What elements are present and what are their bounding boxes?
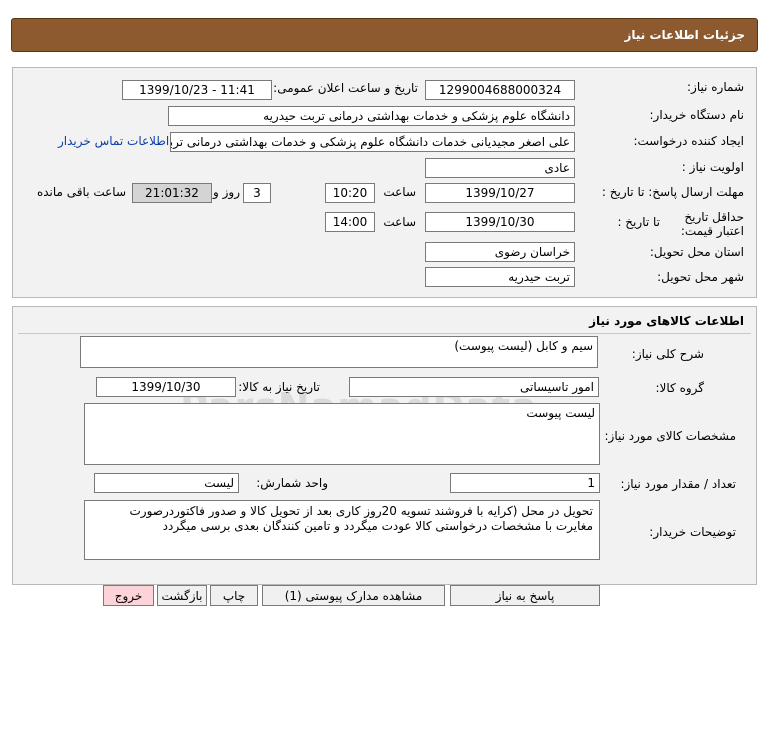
print-button[interactable]: چاپ	[210, 585, 258, 606]
validity-label: حداقل تاریخ اعتبار قیمت:	[680, 210, 744, 238]
priority-label: اولویت نیاز :	[681, 160, 744, 174]
days-field: 3	[243, 183, 271, 203]
need-date-field: 1399/10/30	[96, 377, 236, 397]
province-label: استان محل تحویل:	[649, 245, 744, 259]
notes-label: توضیحات خریدار:	[649, 525, 736, 539]
deadline-label: مهلت ارسال پاسخ: تا تاریخ :	[601, 185, 744, 199]
reply-button[interactable]: پاسخ به نیاز	[450, 585, 600, 606]
remaining-time-field: 21:01:32	[132, 183, 212, 203]
specs-field: لیست پیوست	[84, 403, 600, 465]
view-attachments-button[interactable]: مشاهده مدارک پیوستی (1)	[262, 585, 445, 606]
desc-field: سیم و کابل (لیست پیوست)	[80, 336, 598, 368]
validity-date-field: 1399/10/30	[425, 212, 575, 232]
notes-field: تحویل در محل (کرایه با فروشند تسویه 20رو…	[84, 500, 600, 560]
priority-field: عادی	[425, 158, 575, 178]
group-field: امور تاسیساتی	[349, 377, 599, 397]
qty-field: 1	[450, 473, 600, 493]
need-number-label: شماره نیاز:	[687, 80, 744, 94]
need-date-label: تاریخ نیاز به کالا:	[238, 380, 320, 394]
unit-field: لیست	[94, 473, 239, 493]
need-number-field: 1299004688000324	[425, 80, 575, 100]
info-panel	[12, 67, 757, 298]
validity-time-field: 14:00	[325, 212, 375, 232]
buyer-contact-link[interactable]: اطلاعات تماس خریدار	[58, 134, 169, 148]
unit-label: واحد شمارش:	[256, 476, 328, 490]
buyer-org-field: دانشگاه علوم پزشکی و خدمات بهداشتی درمان…	[168, 106, 575, 126]
validity-time-label: ساعت	[383, 215, 416, 229]
deadline-time-label: ساعت	[383, 185, 416, 199]
province-field: خراسان رضوی	[425, 242, 575, 262]
deadline-date-field: 1399/10/27	[425, 183, 575, 203]
city-field: تربت حیدریه	[425, 267, 575, 287]
exit-button[interactable]: خروج	[103, 585, 154, 606]
city-label: شهر محل تحویل:	[657, 270, 744, 284]
group-label: گروه کالا:	[655, 381, 705, 395]
validity-to-label: تا تاریخ :	[617, 215, 660, 229]
deadline-time-field: 10:20	[325, 183, 375, 203]
back-button[interactable]: بازگشت	[157, 585, 207, 606]
announce-field: 1399/10/23 - 11:41	[122, 80, 272, 100]
days-label: روز و	[213, 185, 240, 199]
specs-label: مشخصات کالای مورد نیاز:	[604, 429, 736, 443]
section-divider	[18, 333, 751, 334]
desc-label: شرح کلی نیاز:	[631, 347, 704, 361]
announce-label: تاریخ و ساعت اعلان عمومی:	[273, 81, 418, 95]
goods-section-title: اطلاعات کالاهای مورد نیاز	[589, 314, 744, 328]
creator-label: ایجاد کننده درخواست:	[633, 134, 744, 148]
creator-field: علی اصغر مجیدیانی خدمات دانشگاه علوم پزش…	[170, 132, 575, 152]
page-title: جزئیات اطلاعات نیاز	[624, 28, 745, 42]
remaining-label: ساعت باقی مانده	[36, 185, 126, 199]
buyer-org-label: نام دستگاه خریدار:	[649, 108, 745, 122]
qty-label: تعداد / مقدار مورد نیاز:	[620, 477, 736, 491]
page-header: جزئیات اطلاعات نیاز	[11, 18, 758, 52]
